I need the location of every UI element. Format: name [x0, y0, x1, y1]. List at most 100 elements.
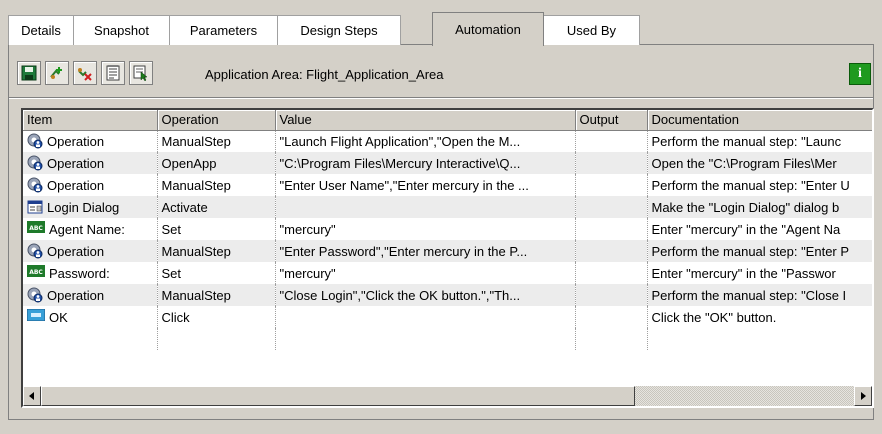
cell-output[interactable] — [575, 262, 648, 284]
table-row[interactable]: ABC Agent Name: Set "mercury" Enter "mercury… — [23, 218, 872, 240]
empty-cell — [575, 328, 648, 350]
scroll-right-button[interactable] — [854, 386, 872, 406]
cell-value[interactable] — [275, 306, 576, 328]
cell-documentation[interactable]: Perform the manual step: "Launc — [647, 130, 872, 152]
delete-step-icon — [78, 68, 92, 81]
cell-output[interactable] — [575, 130, 648, 152]
cell-documentation[interactable]: Enter "mercury" in the "Agent Na — [647, 218, 872, 240]
steps-table: Item Operation Value Output Documentatio… — [23, 110, 872, 350]
save-button[interactable] — [17, 61, 41, 85]
column-header-output[interactable]: Output — [575, 110, 648, 131]
cell-documentation[interactable]: Perform the manual step: "Enter P — [647, 240, 872, 262]
column-header-operation[interactable]: Operation — [157, 110, 276, 131]
add-step-icon — [50, 67, 62, 79]
cell-item[interactable]: ABC Agent Name: — [23, 218, 158, 240]
cell-operation[interactable]: OpenApp — [157, 152, 276, 174]
tab-design-steps[interactable]: Design Steps — [277, 15, 401, 45]
table-row[interactable]: Operation ManualStep "Close Login","Click … — [23, 284, 872, 306]
operation-icon — [27, 133, 43, 149]
cell-item[interactable]: Operation — [23, 174, 158, 196]
column-header-item[interactable]: Item — [23, 110, 158, 131]
horizontal-scrollbar[interactable] — [23, 386, 872, 406]
table-row[interactable]: Operation ManualStep "Launch Flight Applic… — [23, 130, 872, 152]
properties-icon — [106, 65, 120, 81]
cell-operation[interactable]: ManualStep — [157, 284, 276, 306]
cell-documentation[interactable]: Enter "mercury" in the "Passwor — [647, 262, 872, 284]
table-row[interactable]: Operation ManualStep "Enter Password","Ent… — [23, 240, 872, 262]
empty-cell — [275, 328, 576, 350]
cell-value[interactable] — [275, 196, 576, 218]
item-label: Operation — [47, 177, 105, 193]
cell-output[interactable] — [575, 152, 648, 174]
edit-field-icon: ABC — [27, 265, 45, 281]
cell-item[interactable]: ABC Password: — [23, 262, 158, 284]
table-header-row: Item Operation Value Output Documentatio… — [23, 110, 872, 131]
cell-item[interactable]: Operation — [23, 130, 158, 152]
properties-button[interactable] — [101, 61, 125, 85]
cell-operation[interactable]: Activate — [157, 196, 276, 218]
cell-output[interactable] — [575, 174, 648, 196]
cell-item[interactable]: Operation — [23, 152, 158, 174]
info-button[interactable]: i — [849, 63, 871, 85]
cell-value[interactable]: "Launch Flight Application","Open the M.… — [275, 130, 576, 152]
add-step-button[interactable] — [45, 61, 69, 85]
automation-grid: Item Operation Value Output Documentatio… — [21, 108, 874, 408]
item-label: Operation — [47, 155, 105, 171]
cell-output[interactable] — [575, 218, 648, 240]
table-row[interactable]: Operation ManualStep "Enter User Name","En… — [23, 174, 872, 196]
cell-item[interactable]: Operation — [23, 284, 158, 306]
tab-used-by[interactable]: Used By — [543, 15, 640, 45]
item-label: Operation — [47, 133, 105, 149]
cell-value[interactable]: "mercury" — [275, 262, 576, 284]
cell-documentation[interactable]: Perform the manual step: "Close I — [647, 284, 872, 306]
select-object-icon — [133, 65, 148, 81]
table-row[interactable]: ABC Password: Set "mercury" Enter "mercury" … — [23, 262, 872, 284]
item-label: Operation — [47, 243, 105, 259]
cell-value[interactable]: "Enter Password","Enter mercury in the P… — [275, 240, 576, 262]
empty-row — [23, 328, 872, 350]
cell-output[interactable] — [575, 240, 648, 262]
svg-text:ABC: ABC — [29, 225, 43, 232]
cell-item[interactable]: OK — [23, 306, 158, 328]
cell-operation[interactable]: ManualStep — [157, 130, 276, 152]
cell-operation[interactable]: ManualStep — [157, 174, 276, 196]
table-row[interactable]: OK Click Click the "OK" button. — [23, 306, 872, 328]
column-header-documentation[interactable]: Documentation — [647, 110, 872, 131]
tab-automation[interactable]: Automation — [432, 12, 544, 46]
toolbar: Application Area: Flight_Application_Are… — [9, 55, 873, 91]
scroll-left-button[interactable] — [23, 386, 41, 406]
cell-documentation[interactable]: Perform the manual step: "Enter U — [647, 174, 872, 196]
cell-operation[interactable]: Set — [157, 218, 276, 240]
cell-output[interactable] — [575, 306, 648, 328]
cell-operation[interactable]: Click — [157, 306, 276, 328]
delete-step-button[interactable] — [73, 61, 97, 85]
cell-value[interactable]: "Close Login","Click the OK button.","Th… — [275, 284, 576, 306]
save-icon — [21, 65, 37, 81]
empty-cell — [23, 328, 158, 350]
scrollbar-thumb[interactable] — [41, 386, 635, 406]
column-header-value[interactable]: Value — [275, 110, 576, 131]
operation-icon — [27, 177, 43, 193]
select-object-button[interactable] — [129, 61, 153, 85]
cell-value[interactable]: "Enter User Name","Enter mercury in the … — [275, 174, 576, 196]
tab-parameters[interactable]: Parameters — [169, 15, 278, 45]
toolbar-separator — [9, 97, 873, 99]
cell-documentation[interactable]: Make the "Login Dialog" dialog b — [647, 196, 872, 218]
cell-item[interactable]: Login Dialog — [23, 196, 158, 218]
item-label: Operation — [47, 287, 105, 303]
cell-documentation[interactable]: Open the "C:\Program Files\Mer — [647, 152, 872, 174]
table-row[interactable]: Login Dialog Activate Make the "Login Dial… — [23, 196, 872, 218]
cell-documentation[interactable]: Click the "OK" button. — [647, 306, 872, 328]
cell-operation[interactable]: ManualStep — [157, 240, 276, 262]
cell-item[interactable]: Operation — [23, 240, 158, 262]
tab-details[interactable]: Details — [8, 15, 74, 45]
edit-field-icon: ABC — [27, 221, 45, 237]
cell-output[interactable] — [575, 196, 648, 218]
cell-value[interactable]: "C:\Program Files\Mercury Interactive\Q.… — [275, 152, 576, 174]
cell-value[interactable]: "mercury" — [275, 218, 576, 240]
tab-bar: Details Snapshot Parameters Design Steps… — [8, 12, 874, 46]
tab-snapshot[interactable]: Snapshot — [73, 15, 170, 45]
table-row[interactable]: Operation OpenApp "C:\Program Files\Mercur… — [23, 152, 872, 174]
cell-operation[interactable]: Set — [157, 262, 276, 284]
cell-output[interactable] — [575, 284, 648, 306]
